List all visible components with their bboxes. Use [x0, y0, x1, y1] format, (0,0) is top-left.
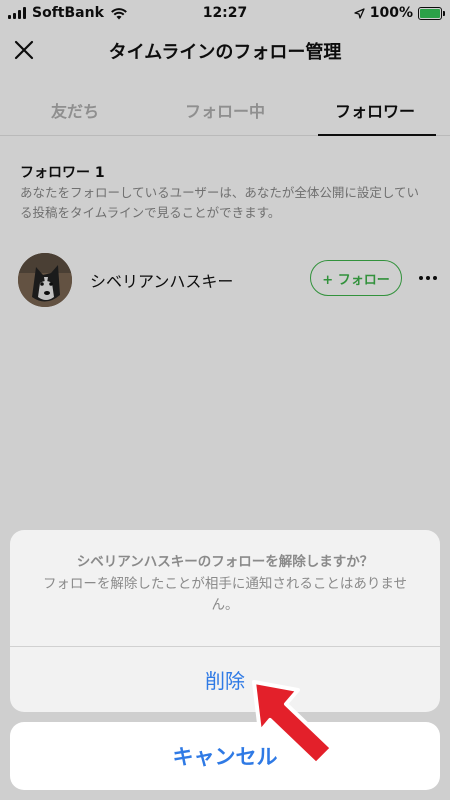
action-sheet: シベリアンハスキーのフォローを解除しますか？ フォローを解除したことが相手に通知… [10, 530, 440, 712]
action-sheet-message: フォローを解除したことが相手に通知されることはありません。 [42, 576, 408, 613]
action-sheet-title: シベリアンハスキーのフォローを解除しますか？ [76, 554, 374, 570]
red-arrow-annotation-icon [252, 680, 334, 766]
cancel-button[interactable]: キャンセル [10, 722, 440, 790]
delete-button[interactable]: 削除 [10, 647, 440, 712]
